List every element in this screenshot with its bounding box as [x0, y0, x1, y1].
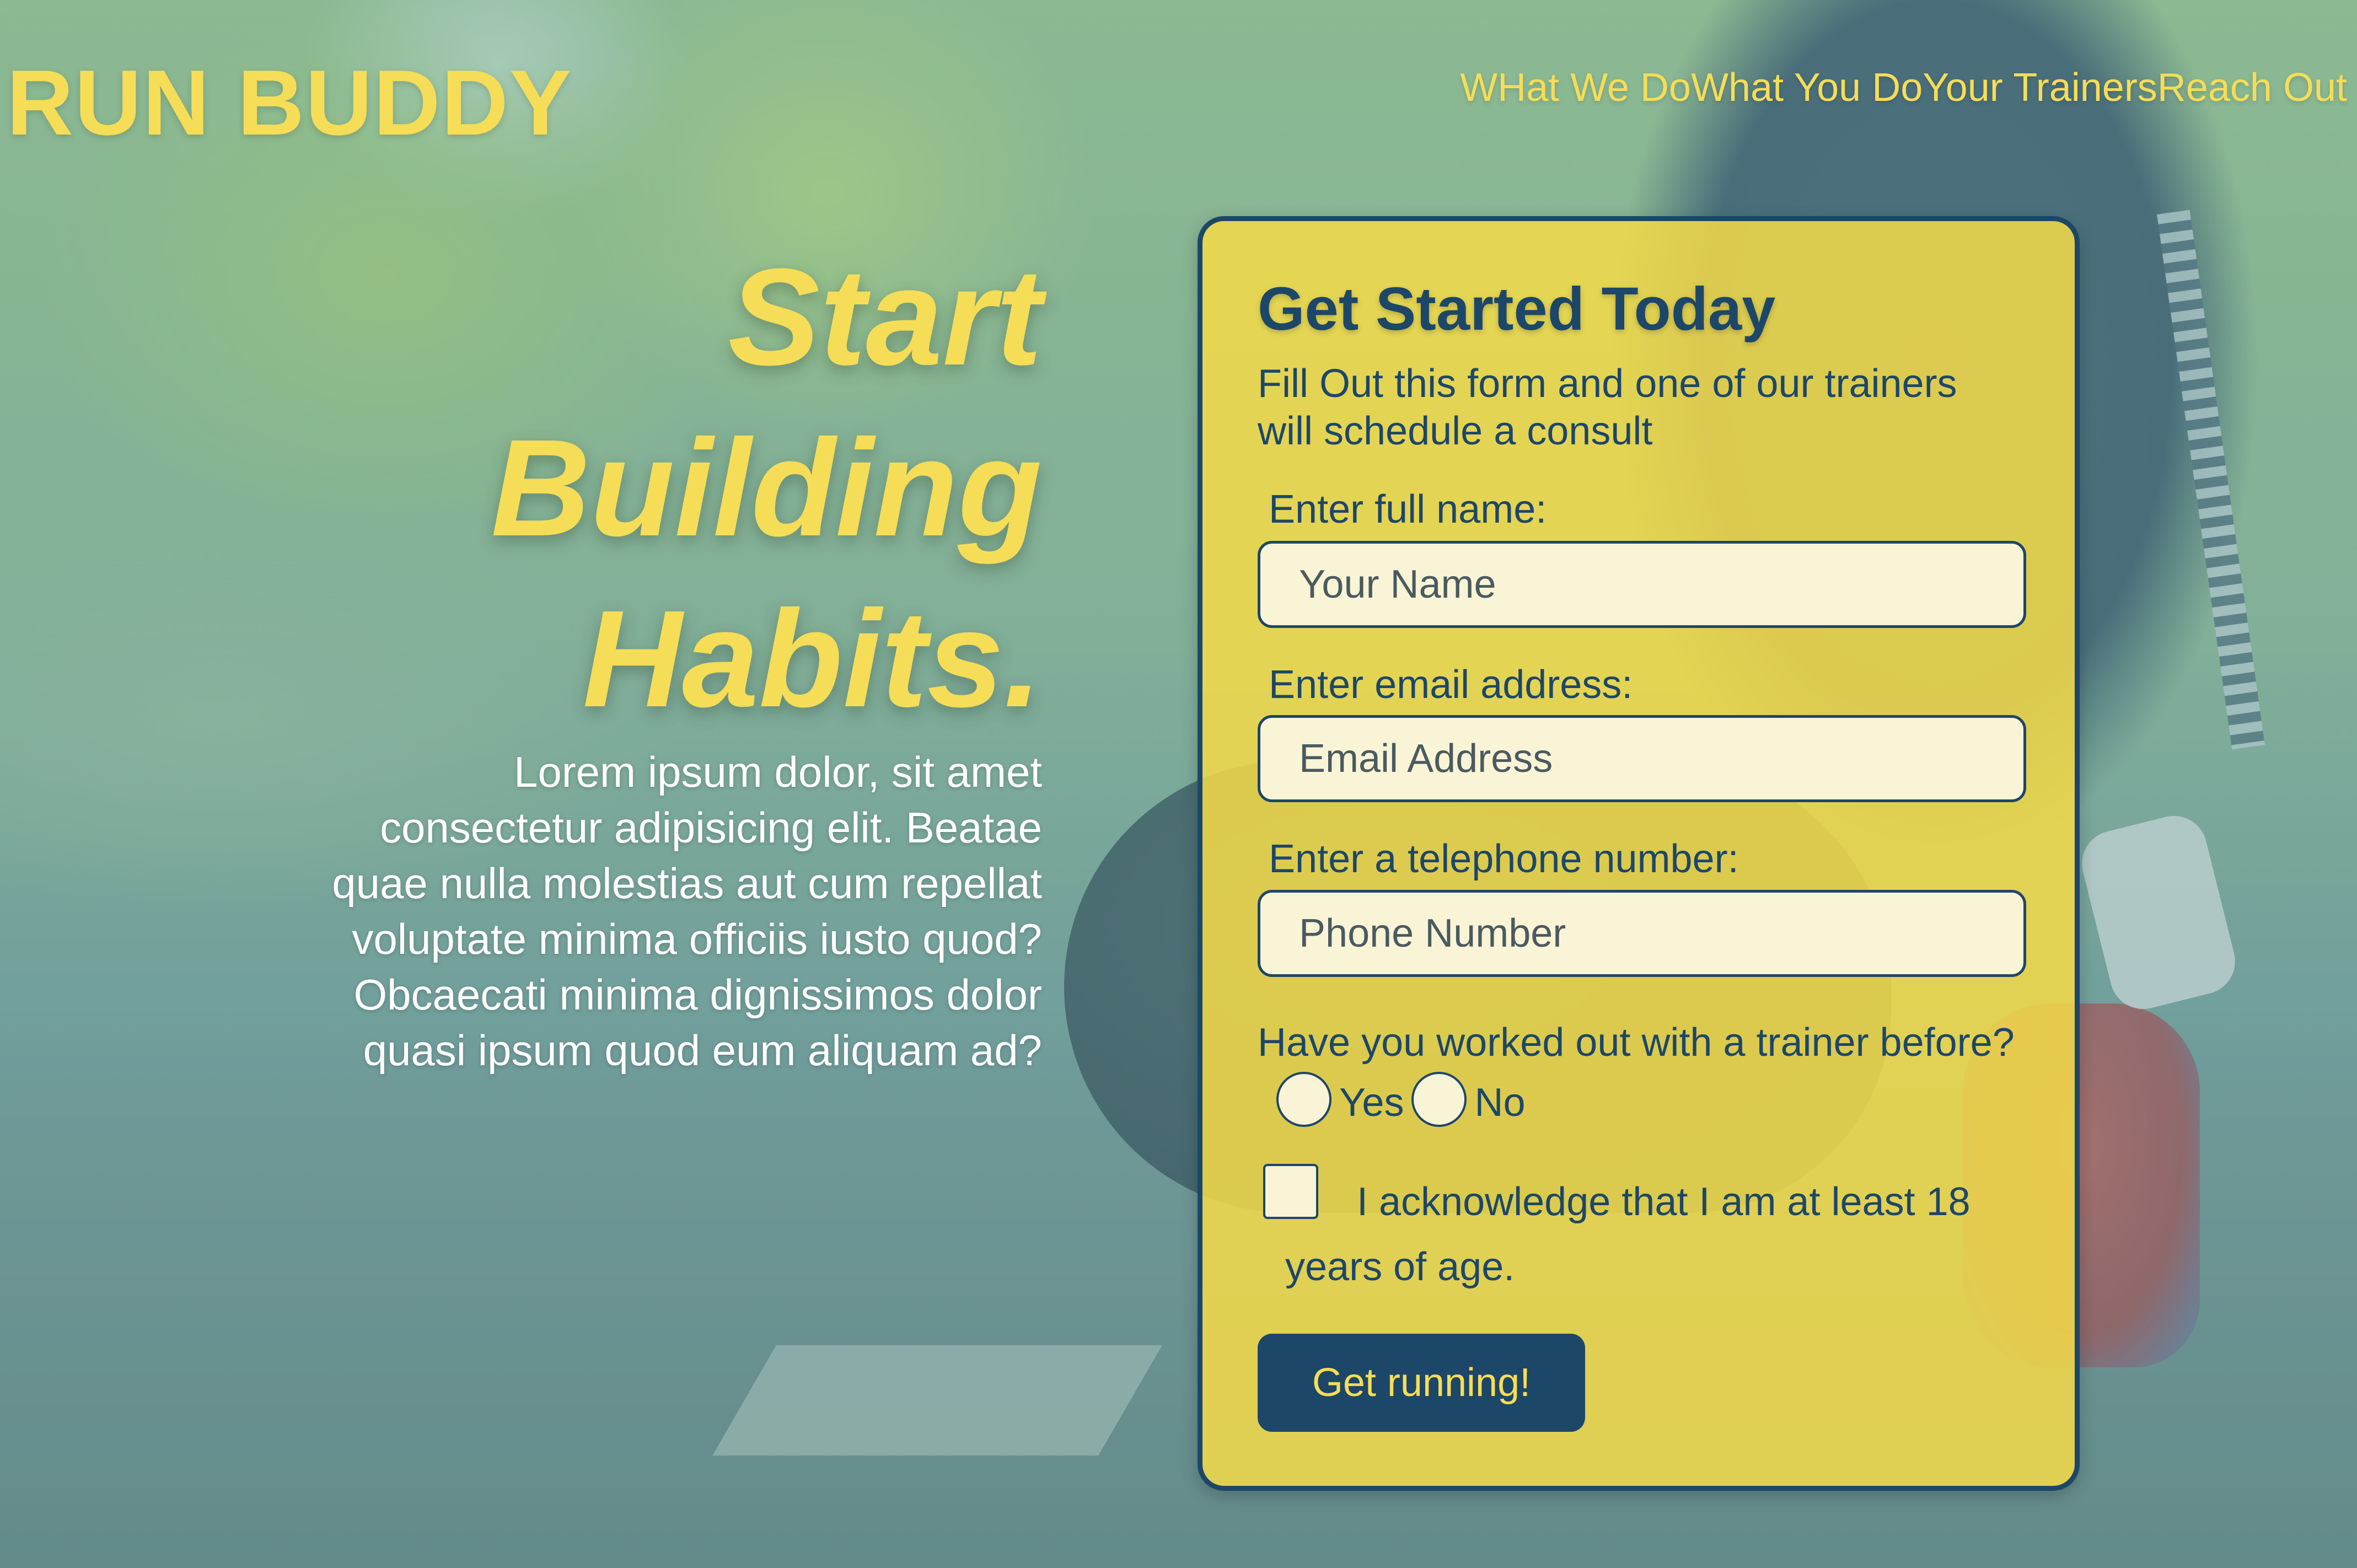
hero-title-line: Start [728, 240, 1042, 394]
hero-title-line: Building [491, 411, 1042, 565]
hero-description-line: quae nulla molestias aut cum repellat [332, 859, 1042, 907]
nav-link-your-trainers[interactable]: Your Trainers [1923, 65, 2157, 110]
hero-description-line: quasi ipsum quod eum aliquam ad? [363, 1026, 1042, 1075]
hero-description-line: consectetur adipisicing elit. Beatae [379, 803, 1042, 852]
hero-description-line: voluptate minima officiis iusto quod? [352, 915, 1042, 963]
phone-label: Enter a telephone number: [1269, 837, 1739, 881]
radio-no-label: No [1474, 1080, 1526, 1125]
radio-yes-label: Yes [1339, 1080, 1404, 1125]
hero-description-line: Obcaecati minima dignissimos dolor [353, 970, 1043, 1019]
phone-input[interactable] [1258, 890, 2026, 977]
trainer-question-text: Have you worked out with a trainer befor… [1258, 1021, 2015, 1065]
nav-link-reach-out[interactable]: Reach Out [2157, 65, 2347, 110]
brand-logo[interactable]: RUN BUDDY [7, 50, 572, 156]
hero-title-line: Habits. [582, 582, 1043, 735]
signup-form-card: Get Started Today Fill Out this form and… [1198, 216, 2080, 1491]
form-title: Get Started Today [1258, 275, 1776, 343]
hero-description: Lorem ipsum dolor, sit amet consectetur … [165, 744, 1042, 1078]
name-label: Enter full name: [1269, 487, 1547, 531]
age-acknowledge-label: I acknowledge that I am at least 18 year… [1285, 1180, 1971, 1289]
hero-description-line: Lorem ipsum dolor, sit amet [513, 748, 1042, 796]
name-input[interactable] [1258, 541, 2026, 628]
trainer-question-group: Have you worked out with a trainer befor… [1258, 1014, 2030, 1134]
nav-link-what-you-do[interactable]: What You Do [1691, 65, 1923, 110]
email-label: Enter email address: [1269, 663, 1633, 707]
nav-link-what-we-do[interactable]: WHat We Do [1460, 65, 1691, 110]
hero-title: Start Building Habits. [165, 232, 1042, 744]
hero-section: Start Building Habits. Lorem ipsum dolor… [165, 232, 1042, 1078]
get-running-button[interactable]: Get running! [1258, 1334, 1585, 1432]
form-subtitle: Fill Out this form and one of our traine… [1258, 362, 1957, 453]
email-input[interactable] [1258, 715, 2026, 802]
radio-yes[interactable] [1276, 1071, 1331, 1127]
main-nav: WHat We Do What You Do Your Trainers Rea… [1460, 65, 2347, 110]
landing-page: RUN BUDDY WHat We Do What You Do Your Tr… [0, 0, 2357, 1568]
radio-no[interactable] [1411, 1071, 1467, 1127]
